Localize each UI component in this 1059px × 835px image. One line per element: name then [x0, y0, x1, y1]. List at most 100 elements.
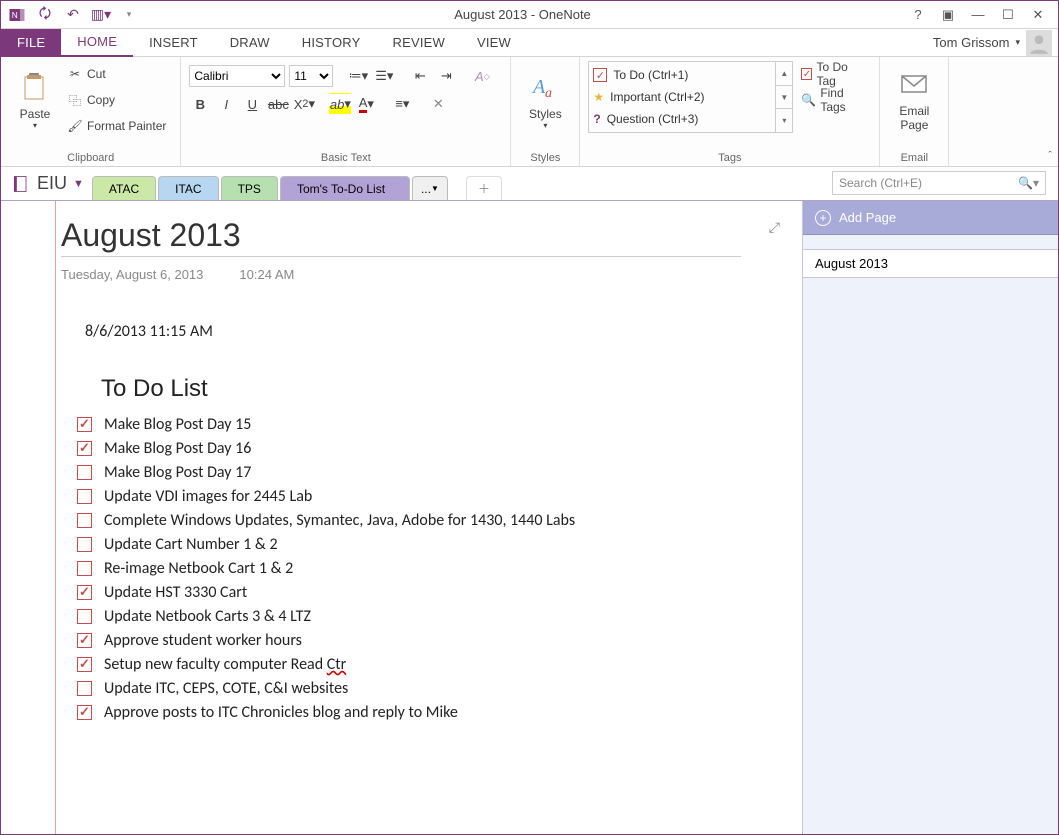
notebook-dropdown[interactable]: EIU ▼	[1, 173, 92, 200]
todo-text[interactable]: Update VDI images for 2445 Lab	[104, 485, 312, 509]
todo-text[interactable]: Make Blog Post Day 16	[104, 437, 251, 461]
help-icon[interactable]: ?	[906, 7, 930, 22]
cut-button[interactable]: ✂Cut	[65, 63, 168, 85]
qat-dock-icon[interactable]: ▥▾	[91, 5, 111, 25]
collapse-ribbon-icon[interactable]: ˆ	[1048, 150, 1052, 162]
search-input[interactable]: Search (Ctrl+E) 🔍▾	[832, 171, 1046, 195]
tag-question[interactable]: ?Question (Ctrl+3)	[593, 108, 771, 130]
todo-text[interactable]: Approve posts to ITC Chronicles blog and…	[104, 701, 458, 725]
todo-checkbox[interactable]	[77, 441, 92, 456]
expand-icon[interactable]: ⤢	[769, 219, 780, 236]
page-list-item[interactable]: August 2013	[803, 249, 1058, 278]
todo-item[interactable]: Make Blog Post Day 17	[61, 461, 701, 485]
todo-checkbox[interactable]	[77, 465, 92, 480]
todo-item[interactable]: Re-image Netbook Cart 1 & 2	[61, 557, 701, 581]
tab-insert[interactable]: INSERT	[133, 29, 214, 57]
page-title[interactable]: August 2013	[1, 217, 802, 254]
indent-button[interactable]: ⇥	[435, 65, 457, 87]
todo-text[interactable]: Update Cart Number 1 & 2	[104, 533, 278, 557]
todo-checkbox[interactable]	[77, 513, 92, 528]
delete-button[interactable]: ✕	[427, 93, 449, 115]
todo-item[interactable]: Update VDI images for 2445 Lab	[61, 485, 701, 509]
tab-draw[interactable]: DRAW	[214, 29, 286, 57]
font-name-select[interactable]: Calibri	[189, 65, 285, 87]
todo-item[interactable]: Approve student worker hours	[61, 629, 701, 653]
tab-history[interactable]: HISTORY	[286, 29, 377, 57]
user-menu[interactable]: Tom Grissom ▾	[933, 30, 1058, 56]
add-section-button[interactable]: ＋	[466, 176, 502, 200]
qat-sync-icon[interactable]: 🗘	[35, 5, 55, 25]
email-page-button[interactable]: Email Page	[888, 61, 940, 139]
note-body[interactable]: 8/6/2013 11:15 AM To Do List Make Blog P…	[1, 282, 701, 725]
todo-item[interactable]: Update HST 3330 Cart	[61, 581, 701, 605]
todo-checkbox[interactable]	[77, 417, 92, 432]
copy-button[interactable]: ⿻Copy	[65, 89, 168, 111]
find-tags-button[interactable]: 🔍Find Tags	[799, 89, 867, 111]
ribbon-display-icon[interactable]: ▣	[936, 7, 960, 23]
todo-text[interactable]: Approve student worker hours	[104, 629, 302, 653]
font-size-select[interactable]: 11	[289, 65, 333, 87]
add-page-button[interactable]: + Add Page	[803, 201, 1058, 235]
tab-view[interactable]: VIEW	[461, 29, 527, 57]
todo-checkbox[interactable]	[77, 537, 92, 552]
search-icon[interactable]: 🔍▾	[1018, 176, 1039, 190]
chevron-expand-icon[interactable]: ▾	[776, 109, 792, 132]
close-icon[interactable]: ✕	[1026, 7, 1050, 23]
todo-text[interactable]: Re-image Netbook Cart 1 & 2	[104, 557, 293, 581]
page-date[interactable]: Tuesday, August 6, 2013	[61, 267, 203, 282]
tab-file[interactable]: FILE	[1, 29, 61, 57]
minimize-icon[interactable]: —	[966, 7, 990, 22]
todo-item[interactable]: Update Cart Number 1 & 2	[61, 533, 701, 557]
section-tab-todo[interactable]: Tom's To-Do List	[280, 176, 410, 200]
todo-checkbox[interactable]	[77, 585, 92, 600]
font-color-button[interactable]: A▾	[355, 93, 377, 115]
todo-checkbox[interactable]	[77, 705, 92, 720]
todo-text[interactable]: Update ITC, CEPS, COTE, C&I websites	[104, 677, 348, 701]
list-title[interactable]: To Do List	[61, 375, 701, 403]
tab-review[interactable]: REVIEW	[376, 29, 460, 57]
section-tab-tps[interactable]: TPS	[221, 176, 278, 200]
todo-checkbox[interactable]	[77, 681, 92, 696]
todo-item[interactable]: Make Blog Post Day 16	[61, 437, 701, 461]
todo-checkbox[interactable]	[77, 489, 92, 504]
todo-text[interactable]: Make Blog Post Day 17	[104, 461, 251, 485]
tag-gallery-scroll[interactable]: ▲ ▼ ▾	[775, 61, 793, 133]
section-tab-more[interactable]: ... ▼	[412, 176, 448, 200]
todo-checkbox[interactable]	[77, 609, 92, 624]
section-tab-atac[interactable]: ATAC	[92, 176, 156, 200]
tag-gallery[interactable]: ✓To Do (Ctrl+1) ★Important (Ctrl+2) ?Que…	[588, 61, 776, 133]
styles-button[interactable]: Aa Styles ▾	[519, 61, 571, 139]
todo-item[interactable]: Make Blog Post Day 15	[61, 413, 701, 437]
todo-text[interactable]: Complete Windows Updates, Symantec, Java…	[104, 509, 575, 533]
bold-button[interactable]: B	[189, 93, 211, 115]
todo-item[interactable]: Setup new faculty computer Read Ctr	[61, 653, 701, 677]
maximize-icon[interactable]: ☐	[996, 7, 1020, 23]
qat-customize-icon[interactable]: ▾	[119, 5, 139, 25]
todo-text[interactable]: Update Netbook Carts 3 & 4 LTZ	[104, 605, 311, 629]
italic-button[interactable]: I	[215, 93, 237, 115]
format-painter-button[interactable]: 🖌Format Painter	[65, 115, 168, 137]
outdent-button[interactable]: ⇤	[409, 65, 431, 87]
clear-formatting-button[interactable]: A◇	[471, 65, 493, 87]
todo-item[interactable]: Update Netbook Carts 3 & 4 LTZ	[61, 605, 701, 629]
tag-todo[interactable]: ✓To Do (Ctrl+1)	[593, 64, 771, 86]
todo-checkbox[interactable]	[77, 633, 92, 648]
align-button[interactable]: ≡▾	[391, 93, 413, 115]
todo-text[interactable]: Setup new faculty computer Read Ctr	[104, 653, 346, 677]
note-timestamp[interactable]: 8/6/2013 11:15 AM	[61, 322, 701, 341]
chevron-down-icon[interactable]: ▼	[776, 86, 792, 110]
section-tab-itac[interactable]: ITAC	[158, 176, 218, 200]
tag-important[interactable]: ★Important (Ctrl+2)	[593, 86, 771, 108]
todo-tag-button[interactable]: ✓To Do Tag	[799, 63, 867, 85]
highlight-button[interactable]: ab▾	[329, 93, 351, 115]
todo-checkbox[interactable]	[77, 657, 92, 672]
qat-undo-icon[interactable]: ↶	[63, 5, 83, 25]
todo-text[interactable]: Update HST 3330 Cart	[104, 581, 247, 605]
underline-button[interactable]: U	[241, 93, 263, 115]
todo-item[interactable]: Approve posts to ITC Chronicles blog and…	[61, 701, 701, 725]
paste-button[interactable]: Paste ▾	[9, 61, 61, 139]
app-icon[interactable]: N	[7, 5, 27, 25]
chevron-up-icon[interactable]: ▲	[776, 62, 792, 86]
todo-text[interactable]: Make Blog Post Day 15	[104, 413, 251, 437]
subscript-button[interactable]: X2▾	[293, 93, 315, 115]
